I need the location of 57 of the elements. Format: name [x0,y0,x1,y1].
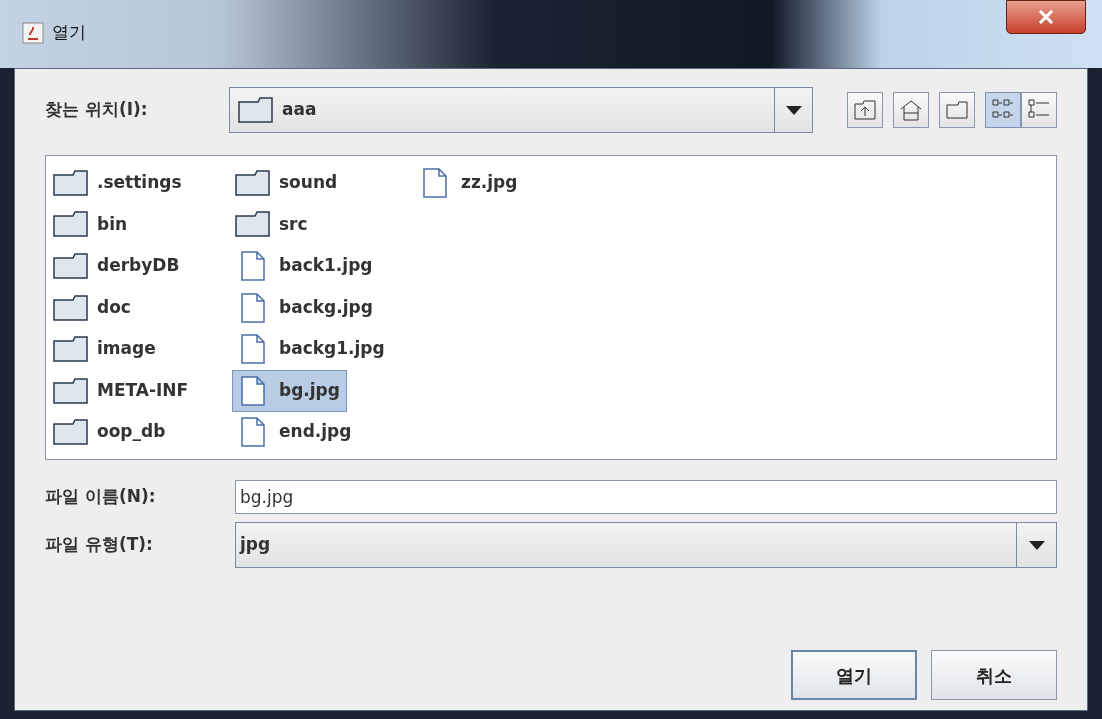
toolbar-button[interactable] [939,92,975,128]
caret-icon [1028,540,1045,550]
folder-icon [53,377,89,404]
file-item[interactable]: META-INF [50,369,196,412]
file-item[interactable]: bin [50,203,135,246]
file-item[interactable]: doc [50,286,138,329]
folder-icon [238,97,274,123]
home-icon [900,99,922,121]
look-in-dropdown[interactable]: aaa [229,87,813,133]
toolbar-button[interactable] [1021,92,1057,128]
file-icon [422,167,448,198]
file-type-value: jpg [240,533,271,557]
file-item[interactable]: bg.jpg [232,369,347,412]
file-item[interactable]: .settings [50,161,189,204]
details-view-icon [1028,99,1050,121]
toolbar-button[interactable] [893,92,929,128]
app-icon [22,21,44,44]
window-title: 열기 [52,21,86,44]
caret-icon [785,105,802,115]
file-item[interactable]: zz.jpg [414,161,525,204]
file-item[interactable]: backg.jpg [232,286,380,329]
folder-icon [235,211,271,238]
file-item[interactable]: backg1.jpg [232,328,392,371]
file-icon [240,334,266,365]
file-type-dropdown[interactable]: jpg [235,522,1057,568]
folder-icon [53,294,89,321]
file-item[interactable]: image [50,328,163,371]
file-item[interactable]: end.jpg [232,411,359,454]
folder-icon [235,169,271,196]
open-button[interactable]: 열기 [791,650,917,700]
file-name-field[interactable]: bg.jpg [235,480,1057,514]
folder-icon [946,101,968,119]
file-icon [240,375,266,406]
look-in-value: aaa [282,98,317,122]
file-icon [240,292,266,323]
folder-icon [53,211,89,238]
close-button[interactable] [1006,0,1086,34]
file-icon [240,417,266,448]
file-type-label: 파일 유형(T): [45,533,154,557]
file-icon [240,250,266,281]
folder-up-icon [854,100,876,120]
file-item[interactable]: oop_db [50,411,173,454]
file-item[interactable]: sound [232,161,345,204]
close-icon [1038,10,1054,24]
toolbar-button[interactable] [985,92,1021,128]
folder-icon [53,336,89,363]
file-item[interactable]: src [232,203,315,246]
file-item[interactable]: back1.jpg [232,244,380,287]
cancel-button[interactable]: 취소 [931,650,1057,700]
folder-icon [53,252,89,279]
folder-icon [53,169,89,196]
folder-icon [53,419,89,446]
file-item[interactable]: derbyDB [50,244,187,287]
look-in-label: 찾는 위치(I): [45,98,149,122]
toolbar-button[interactable] [847,92,883,128]
list-view-icon [992,99,1014,121]
file-name-label: 파일 이름(N): [45,485,157,509]
